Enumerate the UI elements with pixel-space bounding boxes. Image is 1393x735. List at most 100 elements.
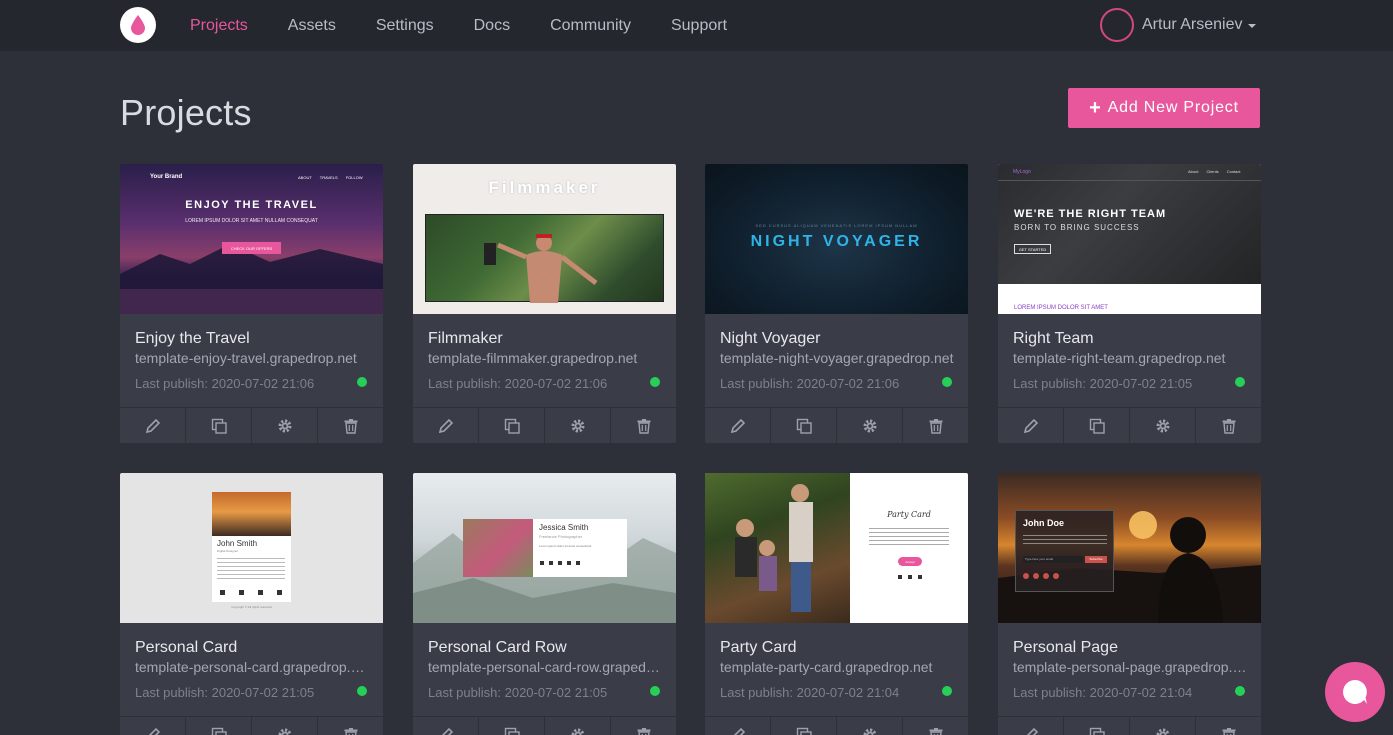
duplicate-button[interactable]: [186, 408, 252, 443]
chat-launcher-button[interactable]: [1325, 662, 1385, 722]
project-name[interactable]: Personal Page: [1013, 639, 1118, 657]
nav-settings[interactable]: Settings: [376, 17, 434, 35]
edit-button[interactable]: [998, 717, 1064, 735]
project-thumbnail[interactable]: Party Card Accept: [705, 473, 968, 623]
delete-button[interactable]: [1196, 408, 1261, 443]
delete-button[interactable]: [611, 408, 676, 443]
edit-button[interactable]: [413, 408, 479, 443]
project-url[interactable]: template-enjoy-travel.grapedrop.net: [135, 350, 370, 366]
thumb-brand: MyLogo: [1013, 169, 1031, 175]
pencil-icon: [147, 727, 160, 735]
settings-button[interactable]: [837, 717, 903, 735]
nav-docs[interactable]: Docs: [474, 17, 510, 35]
project-card[interactable]: Jessica Smith Freelance Photographer Lor…: [413, 473, 676, 735]
status-online-indicator: [357, 686, 367, 696]
project-card[interactable]: MyLogo About Clients Contact WE'RE THE RIG…: [998, 164, 1261, 443]
delete-button[interactable]: [611, 717, 676, 735]
nav-projects[interactable]: Projects: [190, 17, 248, 35]
project-url[interactable]: template-personal-page.grapedrop.net: [1013, 659, 1248, 675]
project-url[interactable]: template-personal-card.grapedrop.net: [135, 659, 370, 675]
settings-button[interactable]: [545, 408, 611, 443]
project-url[interactable]: template-night-voyager.grapedrop.net: [720, 350, 955, 366]
pencil-icon: [440, 727, 453, 735]
trash-icon: [344, 727, 357, 735]
duplicate-button[interactable]: [186, 717, 252, 735]
settings-button[interactable]: [1130, 717, 1196, 735]
project-card[interactable]: Filmmaker Filmmaker template-filmmaker.g…: [413, 164, 676, 443]
settings-button[interactable]: [1130, 408, 1196, 443]
duplicate-icon: [796, 727, 812, 735]
thumb-subheading: SED CURSUS ALIQUAM VENENATIS LOREM IPSUM…: [755, 223, 918, 228]
duplicate-button[interactable]: [771, 717, 837, 735]
project-thumbnail[interactable]: Your Brand ABOUT TRAVELS FOLLOW ENJOY THE …: [120, 164, 383, 314]
settings-button[interactable]: [252, 717, 318, 735]
delete-button[interactable]: [903, 408, 968, 443]
social-icons: [1023, 573, 1059, 579]
delete-button[interactable]: [318, 717, 383, 735]
project-url[interactable]: template-filmmaker.grapedrop.net: [428, 350, 663, 366]
project-thumbnail[interactable]: Jessica Smith Freelance Photographer Lor…: [413, 473, 676, 623]
project-card[interactable]: Party Card Accept Party Card template-pa…: [705, 473, 968, 735]
settings-button[interactable]: [252, 408, 318, 443]
settings-button[interactable]: [837, 408, 903, 443]
project-thumbnail[interactable]: John Smith Digital Designer Copyright © …: [120, 473, 383, 623]
page-title: Projects: [120, 92, 252, 133]
thumb-menu: About Clients Contact: [1188, 169, 1241, 174]
duplicate-button[interactable]: [1064, 408, 1130, 443]
project-thumbnail[interactable]: SED CURSUS ALIQUAM VENENATIS LOREM IPSUM…: [705, 164, 968, 314]
trash-icon: [637, 727, 650, 735]
thumb-card: Jessica Smith Freelance Photographer Lor…: [463, 519, 627, 577]
duplicate-button[interactable]: [771, 408, 837, 443]
thumb-cta: Accept: [898, 557, 922, 566]
project-name[interactable]: Party Card: [720, 639, 796, 657]
delete-button[interactable]: [1196, 717, 1261, 735]
social-icons: [540, 561, 580, 565]
project-card[interactable]: John Doe Type here your email Subscribe …: [998, 473, 1261, 735]
delete-button[interactable]: [318, 408, 383, 443]
project-name[interactable]: Personal Card: [135, 639, 237, 657]
edit-button[interactable]: [705, 717, 771, 735]
add-new-project-button[interactable]: + Add New Project: [1068, 88, 1260, 128]
nav-assets[interactable]: Assets: [288, 17, 336, 35]
duplicate-icon: [1089, 727, 1105, 735]
duplicate-icon: [504, 727, 520, 735]
project-url[interactable]: template-party-card.grapedrop.net: [720, 659, 955, 675]
edit-button[interactable]: [120, 717, 186, 735]
project-name[interactable]: Night Voyager: [720, 330, 821, 348]
duplicate-button[interactable]: [479, 717, 545, 735]
thumb-heading: NIGHT VOYAGER: [750, 233, 923, 250]
edit-button[interactable]: [413, 717, 479, 735]
project-name[interactable]: Personal Card Row: [428, 639, 567, 657]
settings-button[interactable]: [545, 717, 611, 735]
project-url[interactable]: template-right-team.grapedrop.net: [1013, 350, 1248, 366]
grapedrop-logo[interactable]: [120, 7, 156, 43]
last-publish: Last publish: 2020-07-02 21:04: [720, 685, 900, 700]
edit-button[interactable]: [705, 408, 771, 443]
edit-button[interactable]: [998, 408, 1064, 443]
gear-icon: [863, 728, 876, 735]
project-card[interactable]: SED CURSUS ALIQUAM VENENATIS LOREM IPSUM…: [705, 164, 968, 443]
edit-button[interactable]: [120, 408, 186, 443]
project-name[interactable]: Enjoy the Travel: [135, 330, 250, 348]
project-card[interactable]: John Smith Digital Designer Copyright © …: [120, 473, 383, 735]
nav-community[interactable]: Community: [550, 17, 631, 35]
delete-button[interactable]: [903, 717, 968, 735]
card-actions: [705, 407, 968, 443]
pencil-icon: [438, 418, 453, 433]
thumb-heading: John Doe: [1023, 518, 1065, 528]
project-card[interactable]: Your Brand ABOUT TRAVELS FOLLOW ENJOY THE …: [120, 164, 383, 443]
last-publish: Last publish: 2020-07-02 21:06: [428, 376, 608, 391]
project-thumbnail[interactable]: John Doe Type here your email Subscribe: [998, 473, 1261, 623]
thumb-subheading: Freelance Photographer: [539, 534, 583, 539]
thumb-subheading: BORN TO BRING SUCCESS: [1014, 223, 1140, 232]
project-thumbnail[interactable]: MyLogo About Clients Contact WE'RE THE RIG…: [998, 164, 1261, 314]
project-url[interactable]: template-personal-card-row.grapedrop.net: [428, 659, 663, 675]
project-name[interactable]: Right Team: [1013, 330, 1094, 348]
duplicate-button[interactable]: [1064, 717, 1130, 735]
project-name[interactable]: Filmmaker: [428, 330, 503, 348]
thumb-footer: Copyright © All rights reserved: [231, 605, 272, 609]
user-menu[interactable]: Artur Arseniev: [1100, 8, 1257, 42]
duplicate-button[interactable]: [479, 408, 545, 443]
project-thumbnail[interactable]: Filmmaker: [413, 164, 676, 314]
nav-support[interactable]: Support: [671, 17, 727, 35]
